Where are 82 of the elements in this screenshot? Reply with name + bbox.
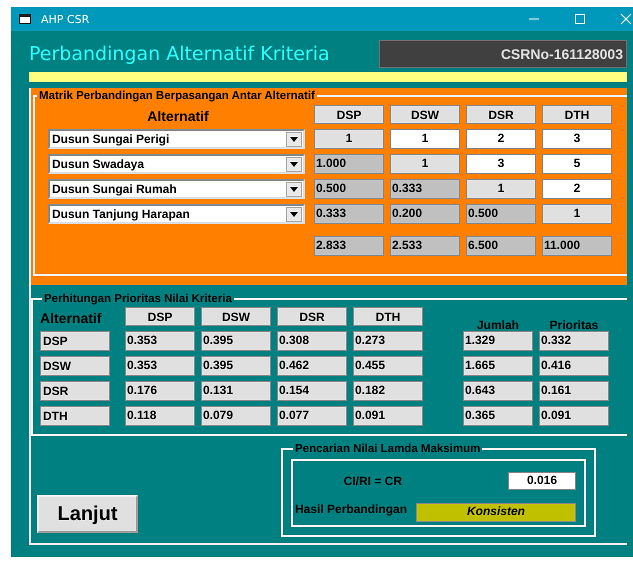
alternative-dropdown[interactable]: Dusun Sungai Rumah (48, 179, 305, 199)
value-field: 0.200 (390, 204, 460, 224)
value-field: 0.353 (125, 356, 195, 376)
group-title: Pencarian Nilai Lamda Maksimum (294, 443, 482, 455)
priority-field: 0.091 (539, 406, 609, 426)
result-field: Konsisten (416, 502, 576, 522)
row-label: DSP (40, 331, 110, 351)
value-field: 0.395 (201, 356, 271, 376)
sum-field: 0.643 (463, 381, 533, 401)
window-title: AHP CSR (41, 12, 90, 26)
total-field: 11.000 (542, 236, 612, 256)
dropdown-arrow-icon (290, 212, 298, 216)
input-field[interactable]: 1 (390, 129, 460, 149)
result-label: Hasil Perbandingan (295, 502, 408, 516)
value-field: 1 (390, 154, 460, 174)
value-field: 0.500 (314, 179, 384, 199)
input-field[interactable]: 2 (542, 179, 612, 199)
value-field: 0.333 (390, 179, 460, 199)
value-field: 0.176 (125, 381, 195, 401)
group-title: Matrik Perbandingan Berpasangan Antar Alternatif (38, 90, 316, 102)
column-header: Jumlah (476, 318, 520, 332)
row-label: DSR (40, 381, 110, 401)
column-header: DSP (125, 307, 195, 326)
group-title: Perhitungan Prioritas Nilai Kriteria (43, 293, 233, 305)
cr-label: CI/RI = CR (344, 474, 402, 488)
dropdown-arrow-icon (290, 136, 298, 142)
dropdown-arrow-icon (290, 162, 298, 166)
csr-number-field: CSRNo-161128003 (379, 40, 627, 68)
next-button[interactable]: Lanjut (37, 495, 138, 533)
column-header: DSR (466, 105, 536, 124)
column-header: Prioritas (548, 318, 600, 332)
alternative-dropdown[interactable]: Dusun Tanjung Harapan (48, 204, 305, 224)
row-label: DSW (40, 356, 110, 376)
value-field: 1.000 (314, 154, 384, 174)
column-header: DSW (201, 307, 271, 326)
row-label: DTH (40, 406, 110, 426)
column-header: Alternatif (146, 108, 210, 124)
sum-field: 1.665 (463, 356, 533, 376)
input-field[interactable]: 5 (542, 154, 612, 174)
input-field[interactable]: 3 (542, 129, 612, 149)
alternative-dropdown[interactable]: Dusun Swadaya (48, 154, 305, 174)
input-field[interactable]: 3 (466, 154, 536, 174)
maximize-icon[interactable] (573, 12, 587, 26)
value-field: 0.308 (277, 331, 347, 351)
value-field: 0.273 (353, 331, 423, 351)
value-field: 0.154 (277, 381, 347, 401)
window-icon (19, 14, 31, 24)
value-field: 0.455 (353, 356, 423, 376)
alternative-dropdown[interactable]: Dusun Sungai Perigi (48, 129, 305, 149)
value-field: 0.353 (125, 331, 195, 351)
priority-field: 0.332 (539, 331, 609, 351)
column-header: DSP (314, 105, 384, 124)
value-field: 1 (314, 129, 384, 149)
close-icon[interactable] (619, 12, 633, 26)
total-field: 2.533 (390, 236, 460, 256)
column-header: DSW (390, 105, 460, 124)
column-header: Alternatif (40, 310, 102, 326)
cr-value-field: 0.016 (508, 472, 576, 490)
total-field: 6.500 (466, 236, 536, 256)
value-field: 0.395 (201, 331, 271, 351)
sum-field: 0.365 (463, 406, 533, 426)
value-field: 1 (466, 179, 536, 199)
value-field: 0.131 (201, 381, 271, 401)
value-field: 0.079 (201, 406, 271, 426)
page-heading: Perbandingan Alternatif Kriteria (29, 43, 331, 65)
value-field: 0.182 (353, 381, 423, 401)
dropdown-arrow-icon (290, 186, 298, 192)
value-field: 1 (542, 204, 612, 224)
value-field: 0.091 (353, 406, 423, 426)
total-field: 2.833 (314, 236, 384, 256)
column-header: DSR (277, 307, 347, 326)
value-field: 0.462 (277, 356, 347, 376)
value-field: 0.077 (277, 406, 347, 426)
input-field[interactable]: 2 (466, 129, 536, 149)
value-field: 0.333 (314, 204, 384, 224)
value-field: 0.118 (125, 406, 195, 426)
priority-field: 0.416 (539, 356, 609, 376)
column-header: DTH (353, 307, 423, 326)
sum-field: 1.329 (463, 331, 533, 351)
value-field: 0.500 (466, 204, 536, 224)
priority-field: 0.161 (539, 381, 609, 401)
column-header: DTH (542, 105, 612, 124)
